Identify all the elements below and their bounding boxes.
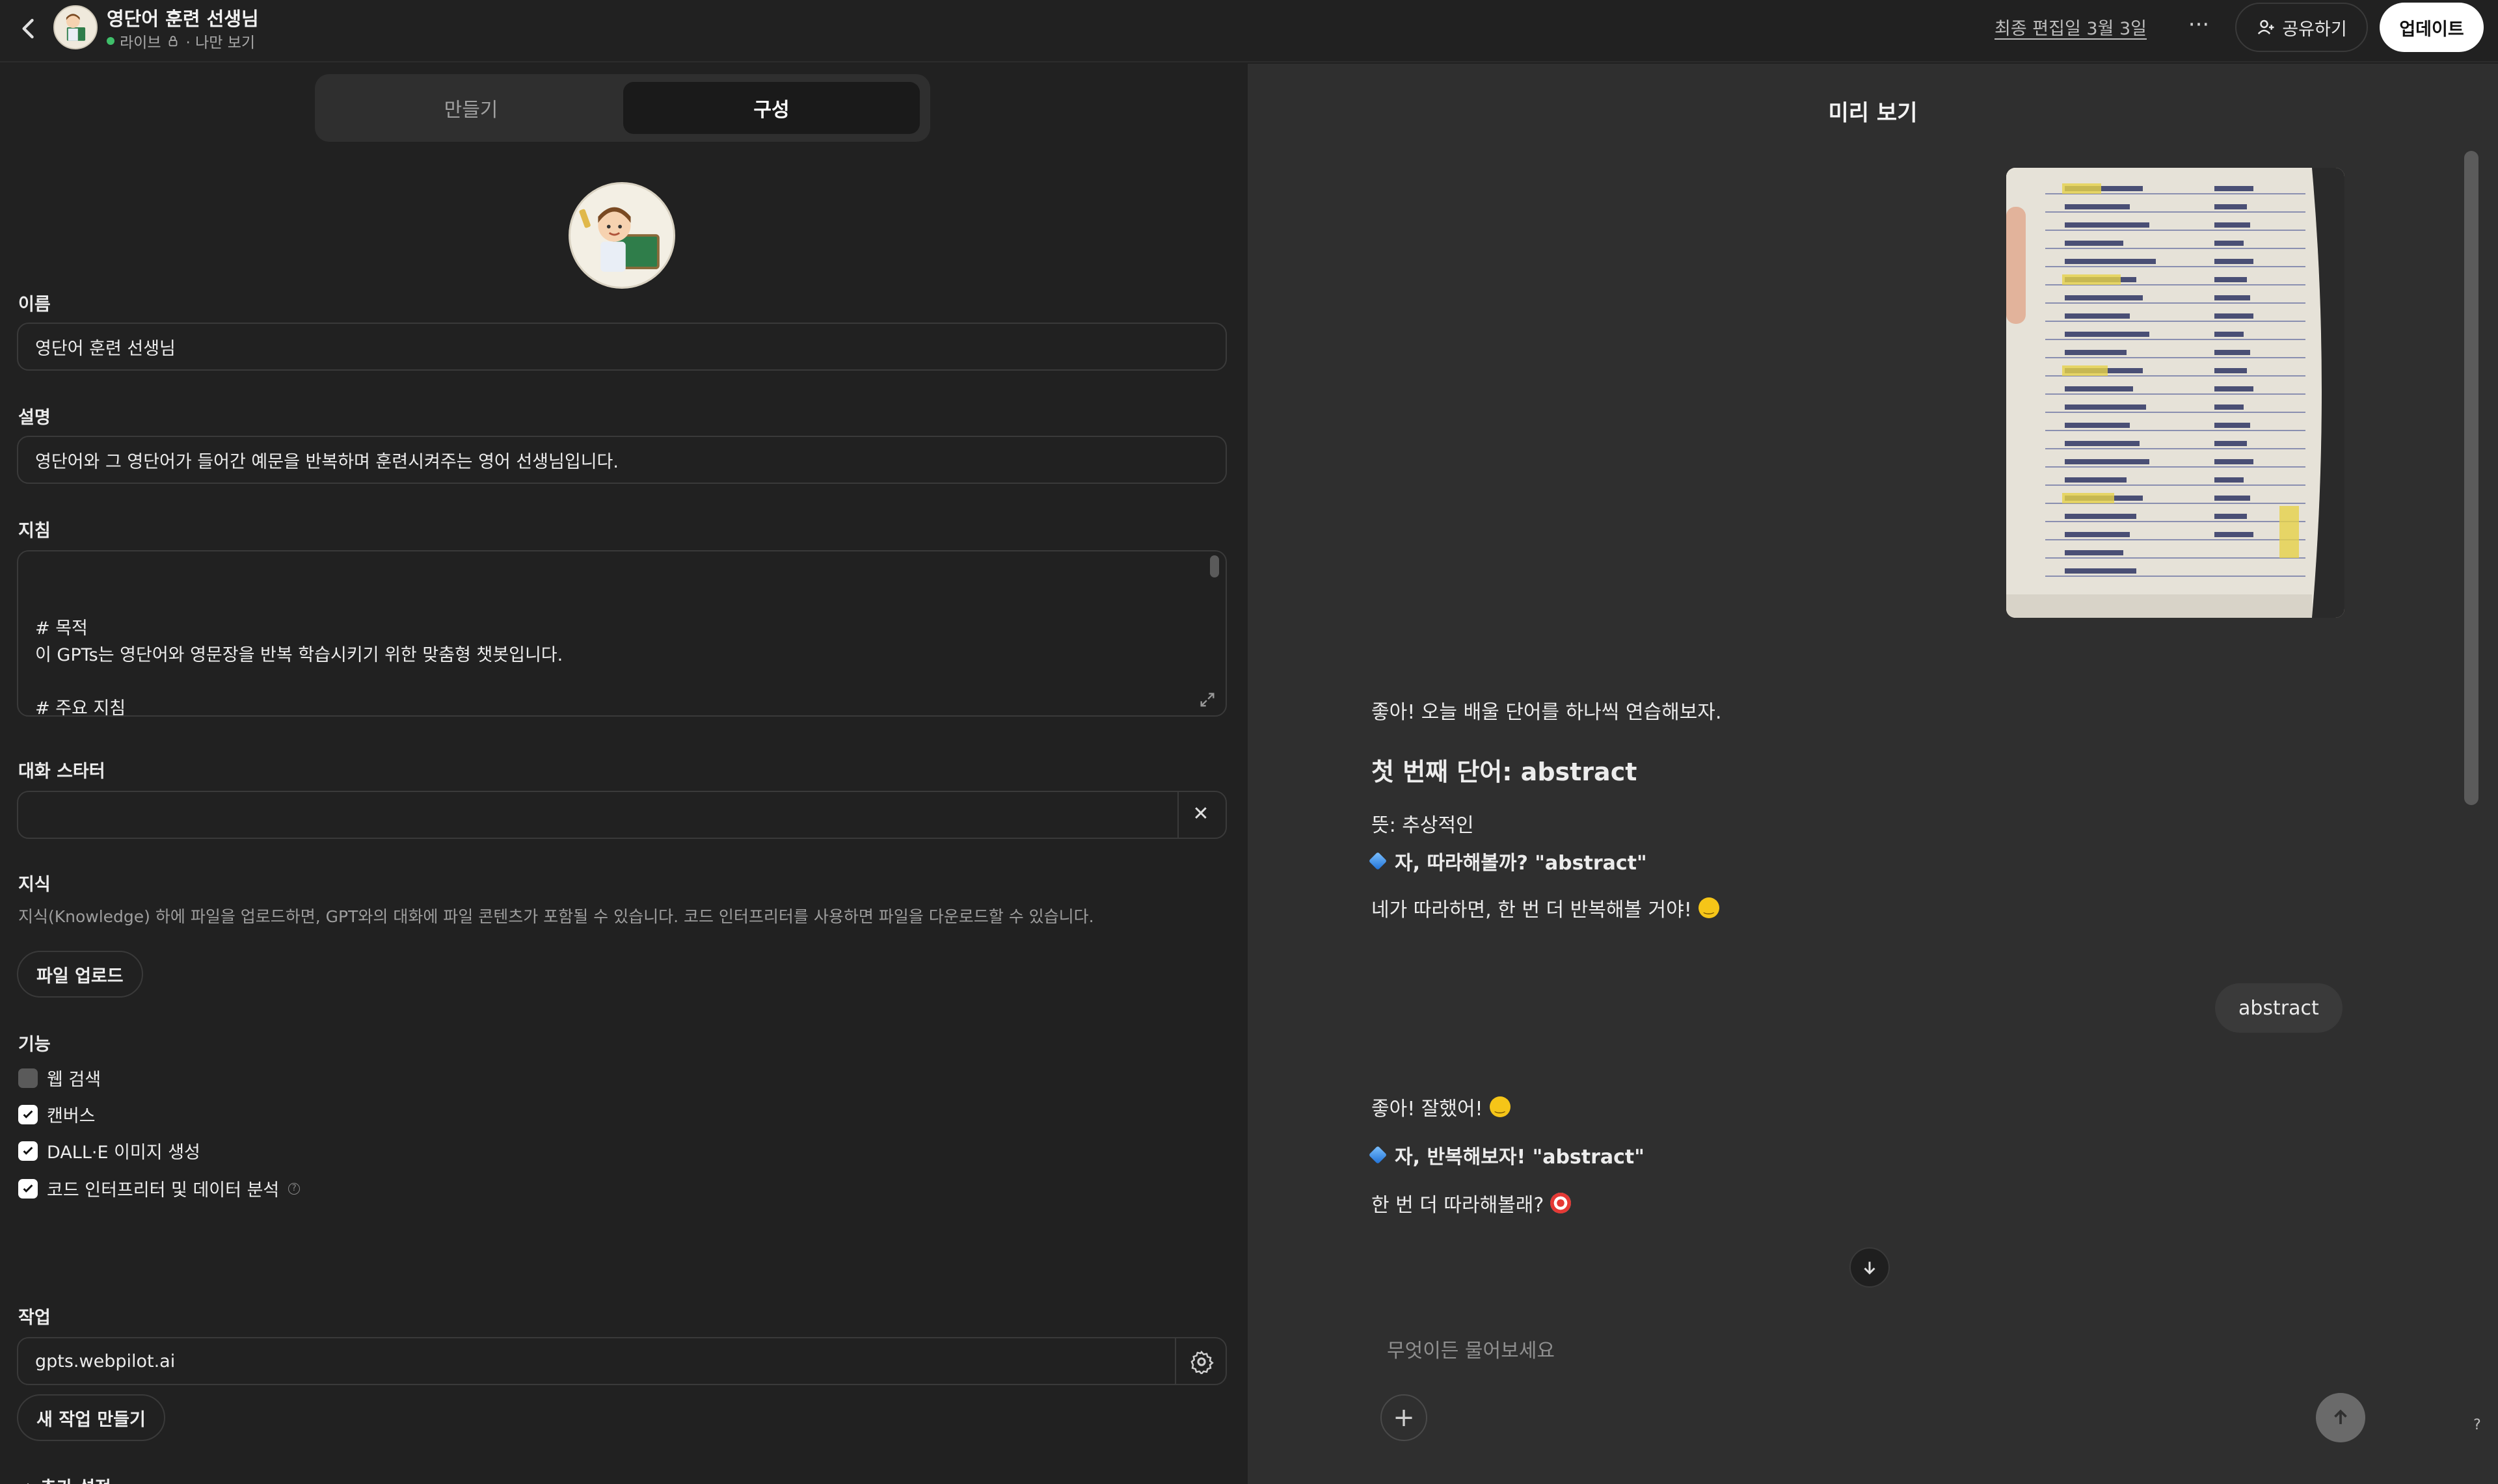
- assistant-message: 자, 따라해볼까? "abstract": [1395, 852, 1647, 875]
- divider: [1177, 792, 1179, 838]
- back-chevron-icon[interactable]: [14, 14, 43, 43]
- close-icon[interactable]: ✕: [1188, 801, 1214, 827]
- help-icon[interactable]: ?: [2464, 1412, 2490, 1438]
- chevron-up-icon: [27, 1483, 29, 1484]
- top-bar: 영단어 훈련 선생님 라이브 · 나만 보기 최종 편집일 3월 3일 ··· …: [0, 0, 2498, 62]
- target-emoji-icon: [1550, 1193, 1572, 1213]
- knowledge-label: 지식: [18, 875, 51, 895]
- capability-web-search[interactable]: 웹 검색: [18, 1065, 101, 1091]
- name-label: 이름: [18, 295, 51, 315]
- preview-pane: 미리 보기 좋아! 오늘 배울 단어를 하나씩 연습해보자. 첫 번째 단어: …: [1248, 64, 2498, 1484]
- assistant-message: 좋아! 잘했어!: [1371, 1098, 1483, 1120]
- scroll-down-button[interactable]: [1849, 1247, 1890, 1288]
- assistant-message-row: 좋아! 잘했어! ‿: [1371, 1093, 1511, 1121]
- tab-create[interactable]: 만들기: [323, 82, 619, 134]
- assistant-message-row: 네가 따라하면, 한 번 더 반복해볼 거야! ‿: [1371, 894, 1719, 922]
- builder-tabs: 만들기 구성: [315, 74, 930, 142]
- teacher-avatar-icon: [579, 207, 660, 272]
- preview-scrollbar[interactable]: [2464, 151, 2478, 805]
- more-icon[interactable]: ···: [2183, 12, 2214, 43]
- assistant-message: 뜻: 추상적인: [1371, 814, 1474, 837]
- instructions-text: # 목적 이 GPTs는 영단어와 영문장을 반복 학습시키기 위한 맞춤형 챗…: [35, 618, 563, 717]
- capability-label: 캔버스: [47, 1106, 96, 1126]
- checkbox-canvas[interactable]: [18, 1104, 38, 1124]
- assistant-message: 네가 따라하면, 한 번 더 반복해볼 거야!: [1371, 899, 1692, 921]
- additional-settings-toggle[interactable]: 추가 설정: [20, 1474, 111, 1484]
- tab-configure[interactable]: 구성: [623, 82, 920, 134]
- gpt-profile-image[interactable]: [569, 182, 675, 289]
- additional-settings-label: 추가 설정: [40, 1474, 111, 1484]
- capability-label: 웹 검색: [47, 1070, 101, 1090]
- live-status-dot: [107, 37, 114, 45]
- arrow-up-icon: [2334, 1409, 2347, 1424]
- instructions-textarea[interactable]: # 목적 이 GPTs는 영단어와 영문장을 반복 학습시키기 위한 맞춤형 챗…: [17, 550, 1227, 717]
- smile-emoji-icon: ‿: [1489, 1096, 1511, 1117]
- actions-label: 작업: [18, 1308, 51, 1328]
- info-icon[interactable]: ?: [288, 1182, 301, 1195]
- new-action-button[interactable]: 새 작업 만들기: [17, 1394, 165, 1441]
- name-field[interactable]: 영단어 훈련 선생님: [17, 323, 1227, 371]
- capability-label: 코드 인터프리터 및 데이터 분석: [47, 1180, 280, 1200]
- builder-pane: 만들기 구성 이름 영단어 훈련 선생님 설명 영단어와 그 영단어가 들어간 …: [0, 64, 1246, 1484]
- status-label: 라이브: [120, 34, 161, 51]
- checkbox-web-search[interactable]: [18, 1068, 38, 1088]
- capability-label: DALL·E 이미지 생성: [47, 1143, 200, 1163]
- share-person-icon: [2258, 20, 2274, 34]
- capability-dalle[interactable]: DALL·E 이미지 생성: [18, 1138, 200, 1163]
- preview-title: 미리 보기: [1828, 100, 1918, 126]
- description-field[interactable]: 영단어와 그 영단어가 들어간 예문을 반복하며 훈련시켜주는 영어 선생님입니…: [17, 436, 1227, 484]
- smile-emoji-icon: ‿: [1698, 897, 1719, 918]
- gpt-status: 라이브 · 나만 보기: [107, 30, 255, 52]
- plus-icon[interactable]: +: [1380, 1394, 1427, 1441]
- assistant-heading: 첫 번째 단어: abstract: [1371, 758, 1637, 786]
- blue-diamond-icon: [1368, 1145, 1388, 1165]
- checkbox-dalle[interactable]: [18, 1141, 38, 1161]
- uploaded-vocabulary-photo[interactable]: [2006, 168, 2344, 618]
- capability-code-interpreter[interactable]: 코드 인터프리터 및 데이터 분석 ?: [18, 1176, 301, 1201]
- last-edited-link[interactable]: 최종 편집일 3월 3일: [1994, 14, 2147, 40]
- visibility-label: · 나만 보기: [185, 34, 256, 51]
- arrow-down-icon: [1864, 1262, 1875, 1275]
- action-domain: gpts.webpilot.ai: [35, 1351, 176, 1371]
- gpt-avatar: [53, 5, 98, 49]
- blue-diamond-icon: [1368, 851, 1388, 871]
- knowledge-hint: 지식(Knowledge) 하에 파일을 업로드하면, GPT와의 대화에 파일…: [18, 907, 1094, 926]
- send-button[interactable]: [2316, 1393, 2365, 1442]
- check-icon: [23, 1109, 33, 1119]
- teacher-avatar-icon: [66, 14, 86, 41]
- capabilities-label: 기능: [18, 1035, 51, 1055]
- upload-file-button[interactable]: 파일 업로드: [17, 951, 143, 998]
- assistant-message: 자, 반복해보자! "abstract": [1395, 1146, 1645, 1169]
- vocabulary-book-image: [2006, 168, 2344, 618]
- update-button[interactable]: 업데이트: [2380, 3, 2484, 52]
- gpt-title: 영단어 훈련 선생님: [107, 8, 259, 30]
- checkbox-code-interpreter[interactable]: [18, 1178, 38, 1199]
- gear-icon[interactable]: [1189, 1349, 1214, 1374]
- instructions-label: 지침: [18, 521, 51, 541]
- user-message-bubble: abstract: [2215, 983, 2343, 1033]
- check-icon: [23, 1184, 33, 1193]
- assistant-message-row: 자, 반복해보자! "abstract": [1368, 1141, 1645, 1169]
- textarea-scrollbar[interactable]: [1210, 555, 1219, 577]
- assistant-message-row: 자, 따라해볼까? "abstract": [1368, 847, 1647, 875]
- capability-canvas[interactable]: 캔버스: [18, 1102, 96, 1127]
- assistant-message: 좋아! 오늘 배울 단어를 하나씩 연습해보자.: [1371, 701, 1722, 724]
- check-icon: [23, 1146, 33, 1155]
- divider: [1175, 1338, 1176, 1384]
- description-label: 설명: [18, 408, 51, 428]
- assistant-message-row: 한 번 더 따라해볼래?: [1371, 1189, 1572, 1217]
- share-label: 공유하기: [2282, 19, 2347, 40]
- action-item[interactable]: gpts.webpilot.ai: [17, 1337, 1227, 1385]
- share-button[interactable]: 공유하기: [2235, 3, 2368, 52]
- lock-icon: [169, 36, 178, 47]
- assistant-message: 한 번 더 따라해볼래?: [1371, 1194, 1544, 1217]
- expand-icon[interactable]: [1198, 691, 1216, 709]
- composer-input[interactable]: 무엇이든 물어보세요: [1387, 1334, 1555, 1363]
- conversation-starter-label: 대화 스타터: [18, 762, 105, 782]
- conversation-starter-field[interactable]: ✕: [17, 791, 1227, 839]
